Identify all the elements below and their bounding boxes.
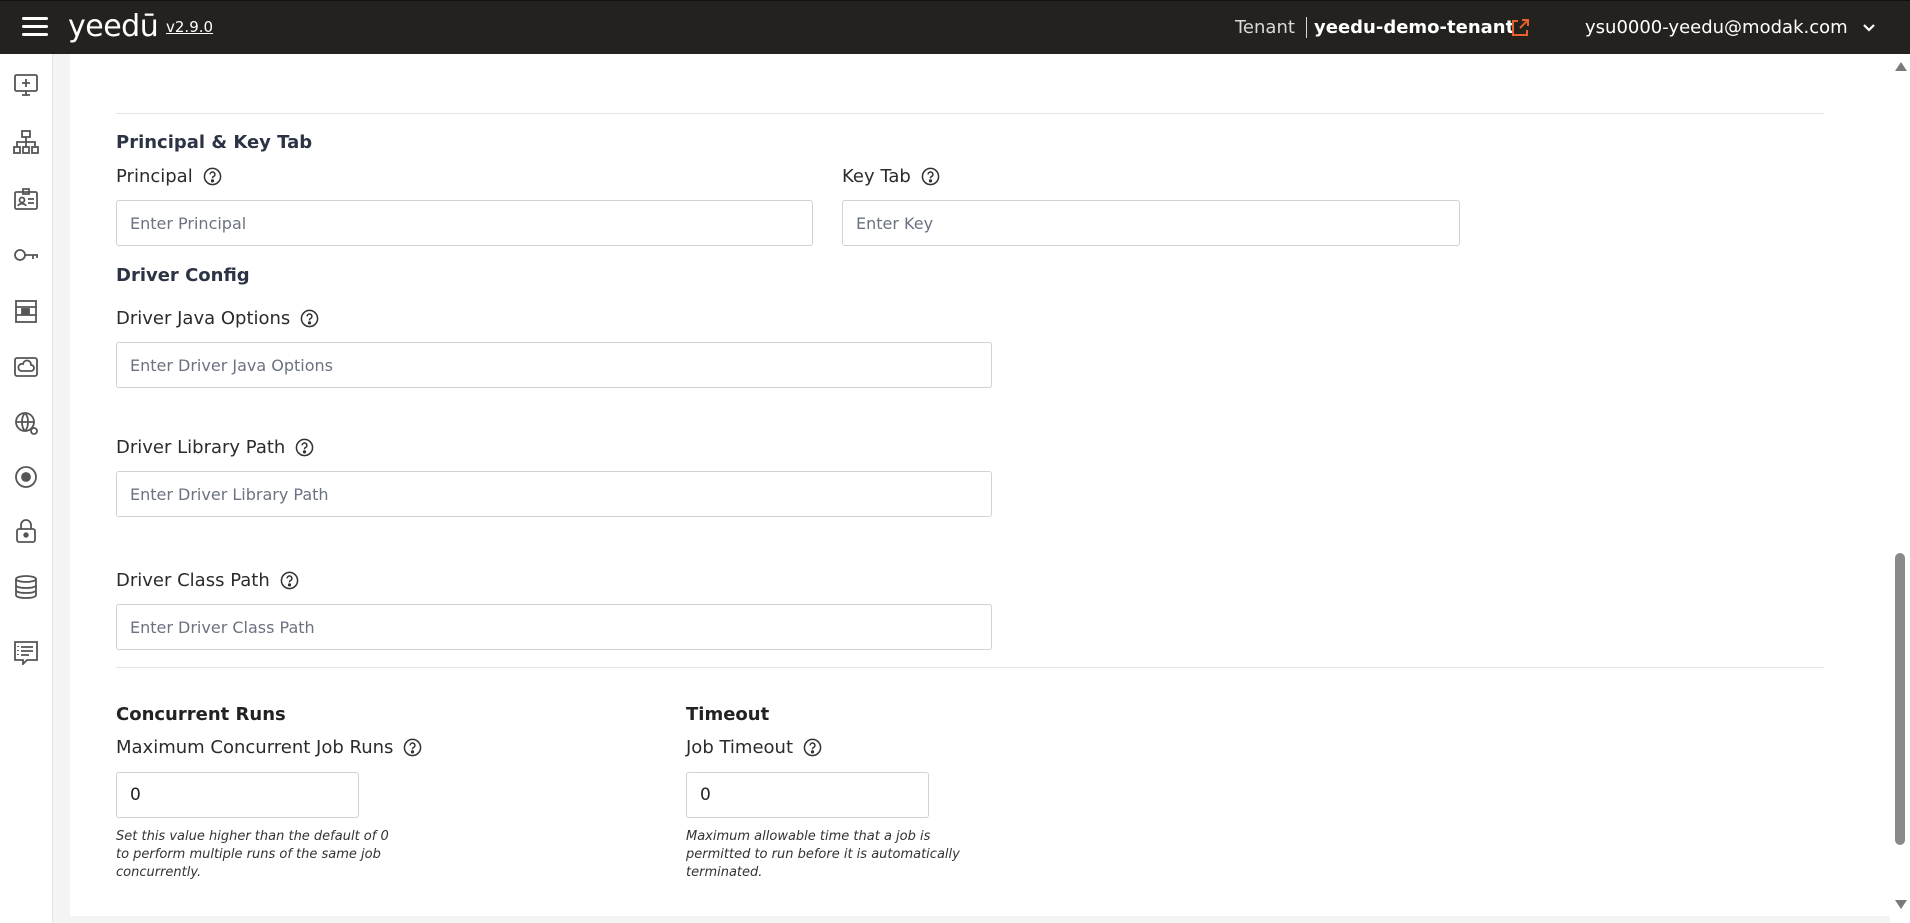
- tenant-name[interactable]: yeedu-demo-tenant: [1314, 17, 1514, 38]
- help-icon[interactable]: [300, 309, 319, 328]
- scroll-thumb[interactable]: [1895, 553, 1905, 845]
- user-email[interactable]: ysu0000-yeedu@modak.com: [1585, 17, 1848, 38]
- tenant-divider: [1306, 17, 1307, 38]
- key-icon[interactable]: [13, 242, 39, 268]
- scroll-down-arrow-icon[interactable]: [1895, 900, 1907, 909]
- chevron-down-icon[interactable]: [1862, 21, 1876, 35]
- driver-java-options-label: Driver Java Options: [116, 308, 319, 329]
- add-screen-icon[interactable]: [13, 72, 39, 98]
- driver-class-path-label-text: Driver Class Path: [116, 570, 270, 591]
- top-bar: yeedū v2.9.0 Tenant yeedu-demo-tenant ys…: [0, 0, 1910, 54]
- scroll-up-arrow-icon[interactable]: [1895, 62, 1907, 71]
- main-panel: Principal & Key Tab Principal Key Tab Dr…: [70, 54, 1890, 916]
- side-rail: [0, 54, 53, 923]
- disc-icon[interactable]: [13, 464, 39, 490]
- hamburger-menu-icon[interactable]: [22, 17, 48, 37]
- app-logo[interactable]: yeedū: [68, 9, 159, 44]
- vertical-scrollbar[interactable]: [1890, 54, 1910, 923]
- divider: [116, 667, 1824, 668]
- version-link[interactable]: v2.9.0: [166, 18, 213, 36]
- lock-icon[interactable]: [13, 518, 39, 544]
- principal-keytab-title: Principal & Key Tab: [116, 132, 313, 153]
- help-icon[interactable]: [280, 571, 299, 590]
- driver-library-path-label: Driver Library Path: [116, 437, 314, 458]
- database-icon[interactable]: [13, 574, 39, 600]
- job-timeout-label-text: Job Timeout: [686, 737, 793, 758]
- globe-network-icon[interactable]: [13, 410, 39, 436]
- driver-class-path-input[interactable]: [116, 604, 992, 650]
- keytab-label-text: Key Tab: [842, 166, 911, 187]
- divider: [116, 113, 1824, 114]
- driver-library-path-label-text: Driver Library Path: [116, 437, 286, 458]
- help-icon[interactable]: [803, 738, 822, 757]
- help-icon[interactable]: [295, 438, 314, 457]
- hierarchy-icon[interactable]: [13, 129, 39, 155]
- building-icon[interactable]: [13, 298, 39, 324]
- external-link-icon[interactable]: [1510, 18, 1530, 38]
- driver-java-options-label-text: Driver Java Options: [116, 308, 291, 329]
- keytab-input[interactable]: [842, 200, 1460, 246]
- help-icon[interactable]: [921, 167, 940, 186]
- timeout-hint: Maximum allowable time that a job is per…: [686, 829, 960, 880]
- principal-label-text: Principal: [116, 166, 193, 187]
- concurrent-runs-title: Concurrent Runs: [116, 704, 286, 725]
- timeout-title: Timeout: [686, 704, 770, 725]
- tenant-label: Tenant: [1235, 17, 1295, 38]
- job-timeout-input[interactable]: [686, 772, 929, 818]
- principal-label: Principal: [116, 166, 222, 187]
- help-icon[interactable]: [403, 738, 422, 757]
- max-concurrent-runs-input[interactable]: [116, 772, 359, 818]
- job-timeout-label: Job Timeout: [686, 737, 822, 758]
- principal-input[interactable]: [116, 200, 813, 246]
- keytab-label: Key Tab: [842, 166, 940, 187]
- notebook-icon[interactable]: [13, 639, 39, 667]
- help-icon[interactable]: [203, 167, 222, 186]
- concurrent-runs-hint: Set this value higher than the default o…: [116, 829, 389, 880]
- max-concurrent-runs-label-text: Maximum Concurrent Job Runs: [116, 737, 394, 758]
- driver-java-options-input[interactable]: [116, 342, 992, 388]
- max-concurrent-runs-label: Maximum Concurrent Job Runs: [116, 737, 422, 758]
- id-card-icon[interactable]: [13, 186, 39, 212]
- driver-class-path-label: Driver Class Path: [116, 570, 299, 591]
- driver-config-title: Driver Config: [116, 265, 250, 286]
- driver-library-path-input[interactable]: [116, 471, 992, 517]
- cloud-drive-icon[interactable]: [13, 354, 39, 380]
